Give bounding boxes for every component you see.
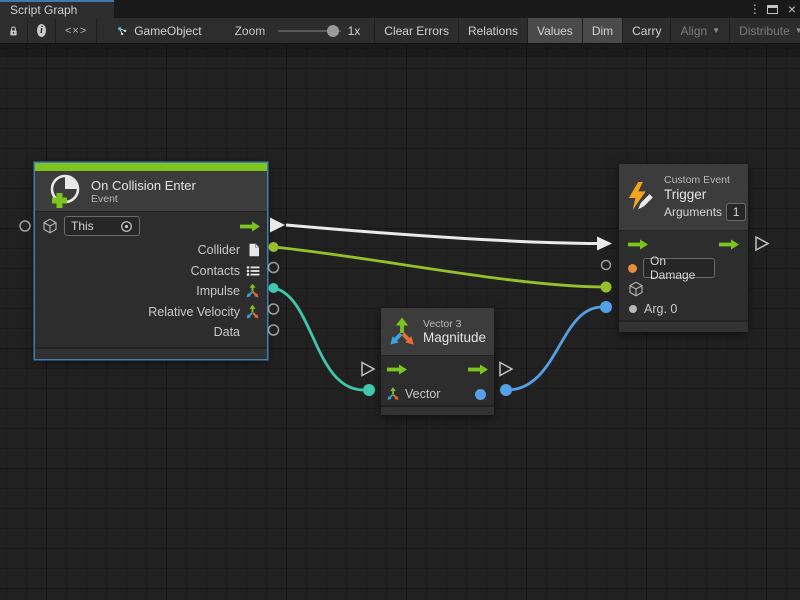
chevron-down-icon: ▼ (712, 26, 720, 35)
node-title: Magnitude (423, 330, 486, 345)
node-category: Vector 3 (423, 318, 486, 330)
float-output-port[interactable] (475, 389, 486, 400)
string-input-port[interactable] (628, 264, 637, 273)
event-name-field[interactable]: On Damage (643, 258, 715, 278)
carry-toggle[interactable]: Carry (623, 18, 671, 43)
graph-context-section: GameObject Zoom 1x (97, 18, 375, 43)
inspector-button[interactable]: i (28, 18, 56, 43)
gameobject-label[interactable]: GameObject (134, 24, 201, 38)
node-title: Trigger (664, 187, 746, 202)
port-collider-row[interactable]: Collider (35, 240, 267, 261)
gameobject-icon (117, 24, 127, 38)
node-footer (619, 321, 748, 332)
event-color-strip (35, 163, 267, 171)
node-footer (35, 348, 267, 359)
arguments-label: Arguments (664, 205, 722, 219)
flow-row (381, 356, 494, 383)
node-trigger-custom-event[interactable]: Custom Event Trigger Arguments 1 On Dama… (619, 164, 748, 332)
node-title: On Collision Enter (91, 178, 196, 193)
vector3-icon (386, 387, 400, 401)
zoom-slider[interactable] (278, 30, 340, 32)
maximize-icon[interactable] (767, 5, 778, 14)
arguments-field[interactable]: 1 (726, 203, 746, 221)
node-magnitude[interactable]: Vector 3 Magnitude Vector (381, 308, 494, 415)
event-name-row: On Damage (619, 257, 748, 279)
flow-output-port[interactable] (718, 239, 740, 250)
code-view-button[interactable]: <×> (56, 18, 97, 43)
info-icon: i (37, 24, 46, 37)
dim-toggle[interactable]: Dim (583, 18, 623, 43)
close-icon[interactable]: × (788, 4, 796, 14)
flow-input-port[interactable] (627, 239, 649, 250)
vector3-icon (245, 284, 260, 299)
distribute-dropdown: Distribute ▼ (730, 18, 800, 43)
node-category: Custom Event (664, 174, 746, 186)
zoom-value: 1x (348, 24, 361, 38)
target-picker-icon[interactable] (120, 220, 133, 233)
relations-button[interactable]: Relations (459, 18, 528, 43)
window-tab-bar: Script Graph ⋮ × (0, 0, 800, 18)
cube-icon (628, 281, 644, 297)
clear-errors-button[interactable]: Clear Errors (375, 18, 459, 43)
document-icon (248, 243, 260, 257)
tab-title: Script Graph (10, 3, 77, 17)
port-vector-row[interactable]: Vector (381, 383, 494, 405)
canvas-top-shade (0, 44, 800, 57)
node-subtitle: Event (91, 193, 196, 205)
port-contacts-row[interactable]: Contacts (35, 261, 267, 282)
arg0-input-port[interactable] (629, 305, 637, 313)
align-dropdown: Align ▼ (671, 18, 730, 43)
menu-kebab-icon[interactable]: ⋮ (749, 2, 757, 16)
list-icon (246, 265, 260, 277)
flow-output-port[interactable] (467, 364, 489, 375)
code-icon: <×> (65, 25, 87, 37)
node-header[interactable]: Custom Event Trigger Arguments 1 (619, 164, 748, 230)
port-impulse-row[interactable]: Impulse (35, 281, 267, 302)
target-row: This (35, 212, 267, 240)
vector3-icon (387, 317, 417, 347)
bolt-pencil-icon (626, 179, 658, 215)
chevron-down-icon: ▼ (795, 26, 800, 35)
port-data-row[interactable]: Data (35, 322, 267, 343)
lock-button[interactable] (0, 18, 28, 43)
node-header[interactable]: On Collision Enter Event (35, 171, 267, 211)
values-toggle[interactable]: Values (528, 18, 583, 43)
tab-script-graph[interactable]: Script Graph (0, 0, 114, 18)
collision-event-icon (47, 173, 83, 209)
cube-icon (42, 218, 58, 234)
graph-toolbar: i <×> GameObject Zoom 1x Clear Errors Re… (0, 18, 800, 44)
flow-input-port[interactable] (386, 364, 408, 375)
window-controls: ⋮ × (749, 0, 796, 18)
lock-icon (9, 24, 18, 38)
node-header[interactable]: Vector 3 Magnitude (381, 308, 494, 355)
zoom-slider-handle[interactable] (327, 25, 339, 37)
node-on-collision-enter[interactable]: On Collision Enter Event This Collider C… (35, 163, 267, 359)
port-relative-velocity-row[interactable]: Relative Velocity (35, 302, 267, 323)
node-footer (381, 406, 494, 415)
target-field[interactable]: This (64, 216, 140, 236)
vector3-icon (245, 304, 260, 319)
port-arg0-row[interactable]: Arg. 0 (619, 298, 748, 320)
flow-output-port[interactable] (239, 221, 261, 232)
zoom-label: Zoom (235, 24, 266, 38)
